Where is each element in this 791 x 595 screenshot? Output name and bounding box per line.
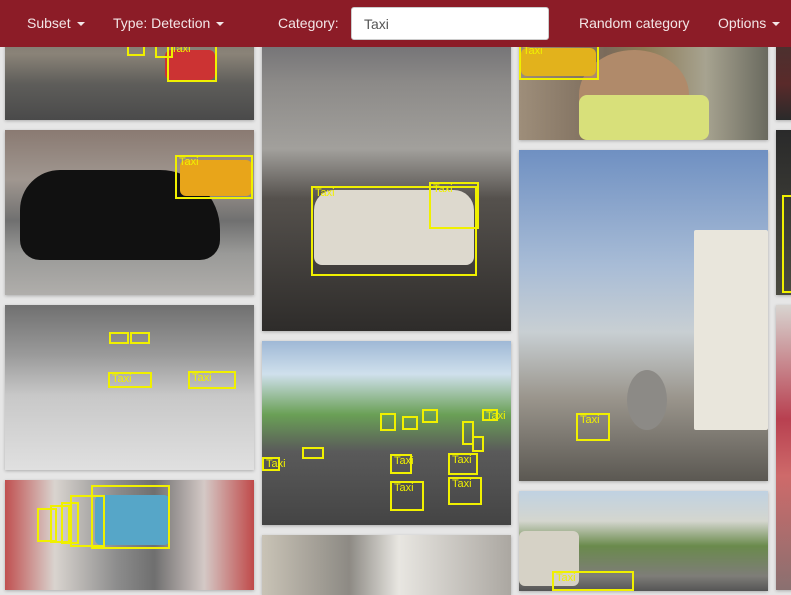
- result-image-13[interactable]: [776, 305, 791, 590]
- result-image-12[interactable]: [776, 130, 791, 295]
- taxi-box: Taxi: [482, 409, 506, 422]
- taxi-box: Taxi: [390, 481, 424, 511]
- result-image-10[interactable]: Taxi: [519, 491, 768, 591]
- result-image-5[interactable]: Taxi Taxi: [262, 0, 511, 331]
- taxi-box: Taxi: [167, 42, 217, 82]
- type-dropdown-label: Type: Detection: [113, 15, 211, 31]
- taxi-box: Taxi: [552, 571, 634, 591]
- taxi-box: Taxi: [576, 413, 610, 441]
- taxi-box: [782, 195, 791, 293]
- taxi-box: [472, 436, 484, 452]
- taxi-box-label: Taxi: [452, 478, 472, 490]
- result-image-6[interactable]: Taxi Taxi Taxi Taxi Taxi Taxi: [262, 341, 511, 525]
- type-dropdown[interactable]: Type: Detection: [113, 15, 225, 31]
- taxi-box: Taxi: [429, 182, 479, 229]
- options-dropdown[interactable]: Options: [718, 15, 781, 31]
- chevron-down-icon: [216, 22, 225, 27]
- category-input[interactable]: [351, 7, 549, 40]
- taxi-box: [109, 332, 129, 344]
- options-dropdown-label: Options: [718, 15, 767, 31]
- taxi-box-label: Taxi: [192, 372, 212, 384]
- image-grid: Taxi Taxi Taxi Taxi Taxi Taxi Taxi Taxi …: [0, 0, 791, 595]
- result-image-7[interactable]: [262, 535, 511, 595]
- chevron-down-icon: [76, 22, 85, 27]
- taxi-box: Taxi: [188, 371, 236, 389]
- taxi-box-label: Taxi: [580, 414, 600, 426]
- taxi-box-label: Taxi: [452, 454, 472, 466]
- result-image-4[interactable]: [5, 480, 254, 590]
- taxi-box: [70, 495, 105, 547]
- taxi-box: [302, 447, 324, 459]
- taxi-box-label: Taxi: [112, 373, 132, 385]
- taxi-box: Taxi: [108, 372, 152, 388]
- random-category-label: Random category: [579, 15, 690, 31]
- chevron-down-icon: [772, 22, 781, 27]
- taxi-box-label: Taxi: [315, 187, 335, 199]
- category-label: Category:: [278, 15, 339, 31]
- taxi-box: Taxi: [262, 457, 286, 471]
- taxi-box: Taxi: [448, 477, 482, 505]
- taxi-box: [380, 413, 396, 431]
- taxi-box-label: Taxi: [394, 455, 414, 467]
- taxi-box-label: Taxi: [394, 482, 414, 494]
- taxi-box: [422, 409, 438, 423]
- taxi-box: [130, 332, 150, 344]
- taxi-box-label: Taxi: [433, 183, 453, 195]
- result-image-9[interactable]: Taxi: [519, 150, 768, 481]
- result-image-3[interactable]: Taxi Taxi: [5, 305, 254, 470]
- taxi-box: [402, 416, 418, 430]
- taxi-box: Taxi: [448, 453, 478, 475]
- taxi-box: Taxi: [390, 454, 414, 474]
- result-image-2[interactable]: Taxi: [5, 130, 254, 295]
- taxi-box: Taxi: [175, 155, 253, 199]
- navbar: Subset Type: Detection Category: Random …: [0, 0, 791, 47]
- taxi-box: Taxi: [519, 44, 599, 80]
- taxi-box-label: Taxi: [556, 572, 576, 584]
- subset-dropdown-label: Subset: [27, 15, 71, 31]
- random-category-link[interactable]: Random category: [579, 15, 690, 31]
- taxi-box-label: Taxi: [486, 410, 506, 422]
- subset-dropdown[interactable]: Subset: [27, 15, 85, 31]
- taxi-box-label: Taxi: [179, 156, 199, 168]
- taxi-box-label: Taxi: [266, 458, 286, 470]
